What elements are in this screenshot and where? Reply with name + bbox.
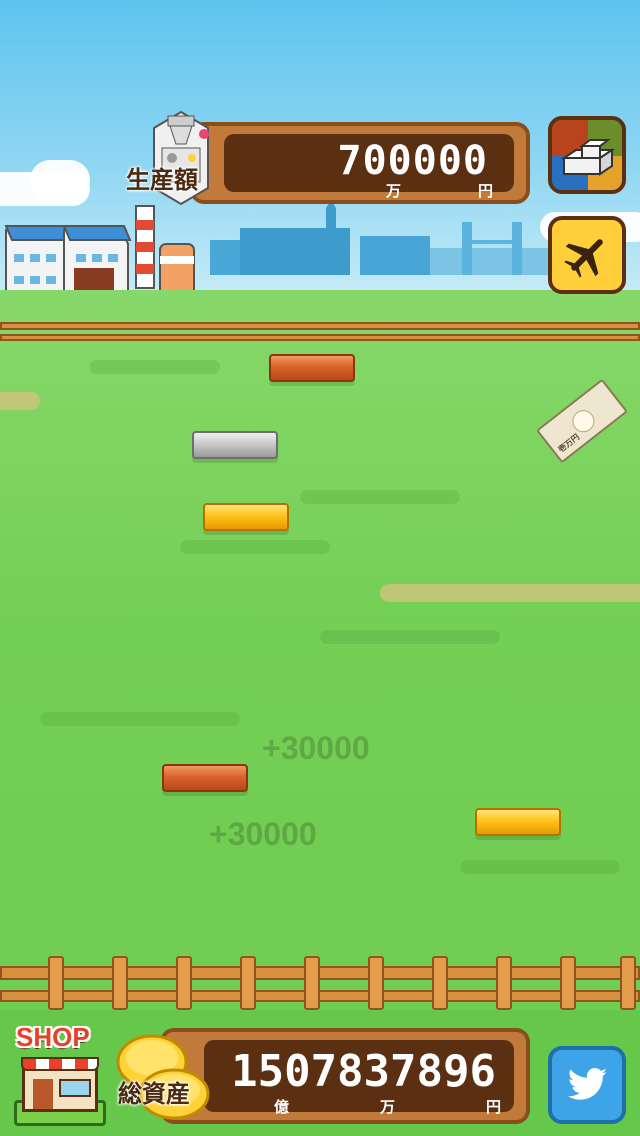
gain-popup: +30000	[262, 730, 370, 766]
assets-unit-man: 万	[380, 1098, 396, 1116]
dirt-path	[0, 392, 40, 410]
twitter-button[interactable]	[548, 1046, 626, 1124]
grass-tuft	[460, 860, 620, 874]
gold-bar[interactable]	[203, 503, 289, 531]
total-assets-display: 1507837896 億 万 円	[204, 1040, 514, 1116]
shop-window	[59, 1079, 91, 1097]
production-value: 700000	[337, 138, 488, 184]
dirt-path	[380, 584, 640, 602]
copper-bar[interactable]	[269, 354, 355, 382]
airplane-icon	[564, 239, 603, 278]
travel-button[interactable]	[548, 216, 626, 294]
production-panel: 700000 万 円	[190, 122, 530, 204]
stacked-blocks-icon	[560, 139, 616, 176]
production-unit-yen: 円	[478, 182, 494, 200]
bird-icon	[568, 1068, 607, 1100]
grass-tuft	[40, 712, 240, 726]
grass-tuft	[320, 630, 500, 644]
grass-tuft	[90, 360, 220, 374]
storefront-icon	[21, 1057, 99, 1112]
production-label: 生産額	[126, 166, 198, 194]
shop-button[interactable]: SHOP	[12, 1020, 108, 1128]
copper-bar[interactable]	[162, 764, 248, 792]
gold-bar[interactable]	[475, 808, 561, 836]
factory-icon	[4, 205, 195, 299]
assets-unit-yen: 円	[486, 1098, 502, 1116]
production-display: 700000 万 円	[224, 134, 514, 200]
build-button[interactable]	[548, 116, 626, 194]
assets-unit-oku: 億	[274, 1098, 290, 1116]
cloud	[30, 160, 90, 200]
total-assets-panel: 1507837896 億 万 円	[160, 1028, 530, 1124]
shop-awning	[21, 1057, 99, 1071]
shop-door	[33, 1079, 53, 1109]
production-unit-man: 万	[386, 182, 402, 200]
shop-label: SHOP	[16, 1022, 90, 1052]
total-assets-label: 総資産	[118, 1080, 190, 1108]
total-assets-value: 1507837896	[231, 1046, 496, 1097]
gain-popup: +30000	[209, 816, 317, 852]
grass-tuft	[180, 540, 330, 554]
silver-bar[interactable]	[192, 431, 278, 459]
grass-tuft	[300, 490, 460, 504]
